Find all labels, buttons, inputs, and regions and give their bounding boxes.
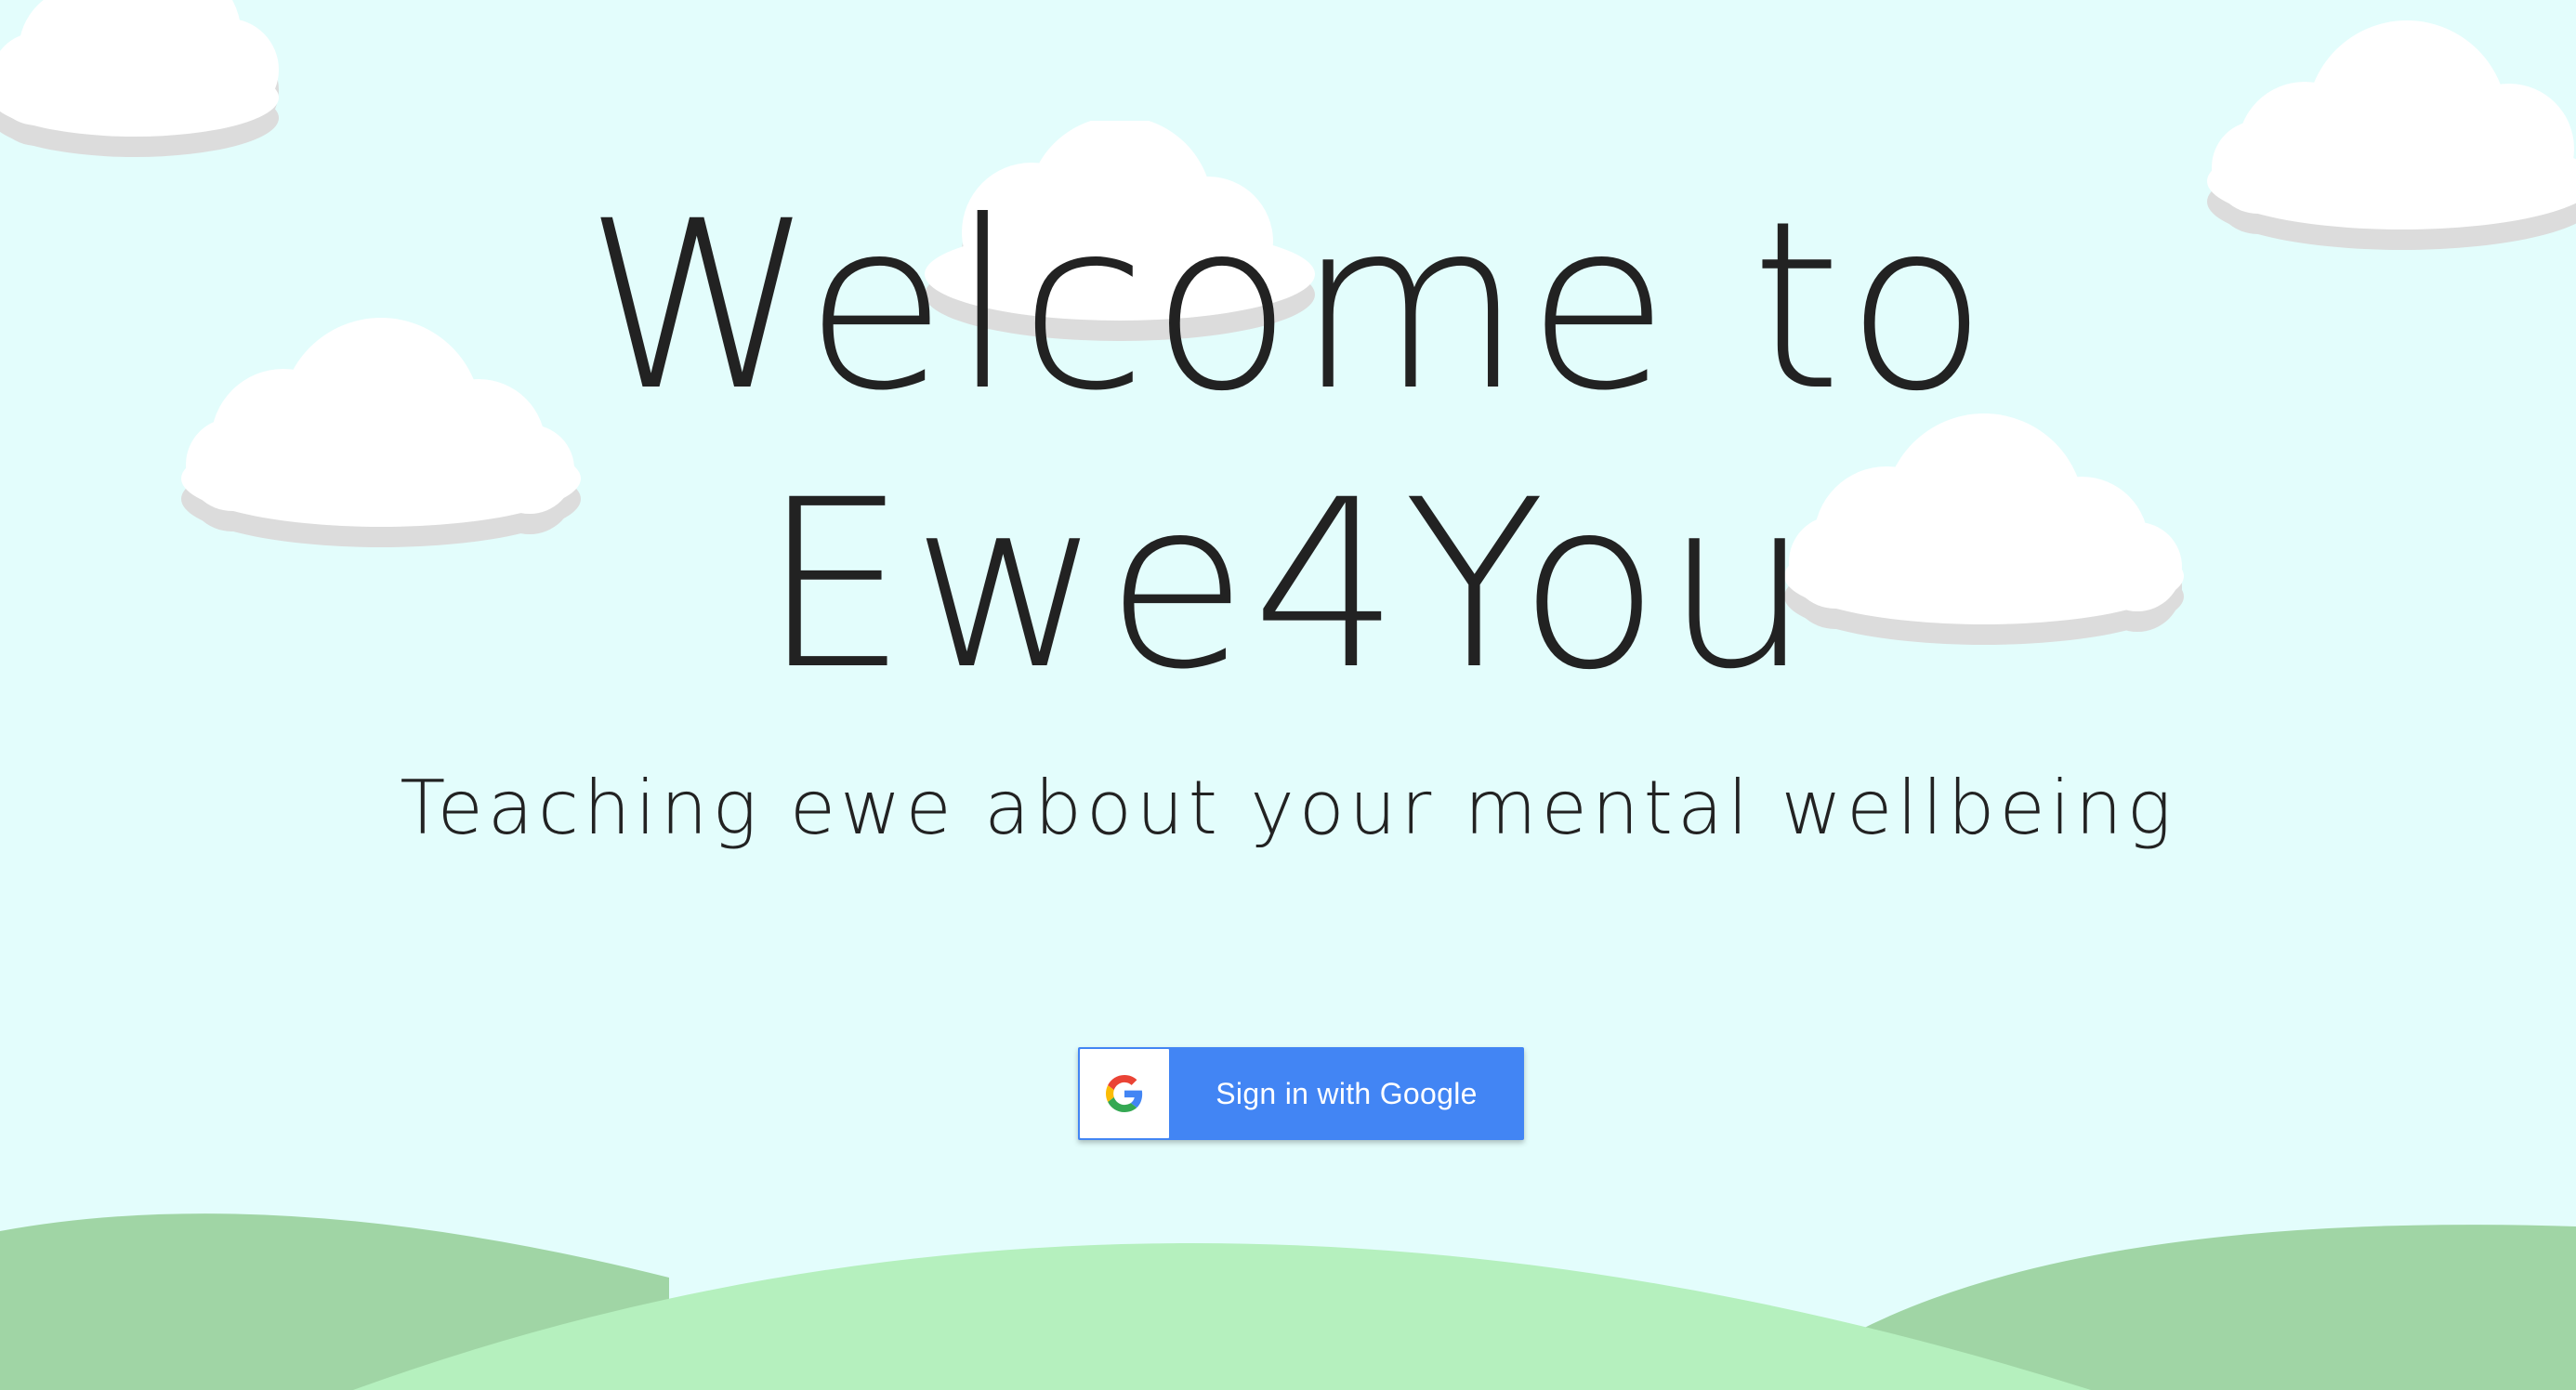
title-line-brand: Ewe4You [760,450,1816,720]
page-title: Welcome to Ewe4You [0,167,2576,725]
landing-scene: Welcome to Ewe4You Teaching ewe about yo… [0,0,2576,1390]
tagline: Teaching ewe about your mental wellbeing [400,765,2176,851]
google-sign-in-button[interactable]: Sign in with Google [1078,1047,1524,1140]
google-g-icon [1106,1075,1143,1112]
title-line-welcome: Welcome to [585,171,1991,441]
google-sign-in-label: Sign in with Google [1216,1076,1478,1110]
google-icon-container [1080,1049,1169,1138]
